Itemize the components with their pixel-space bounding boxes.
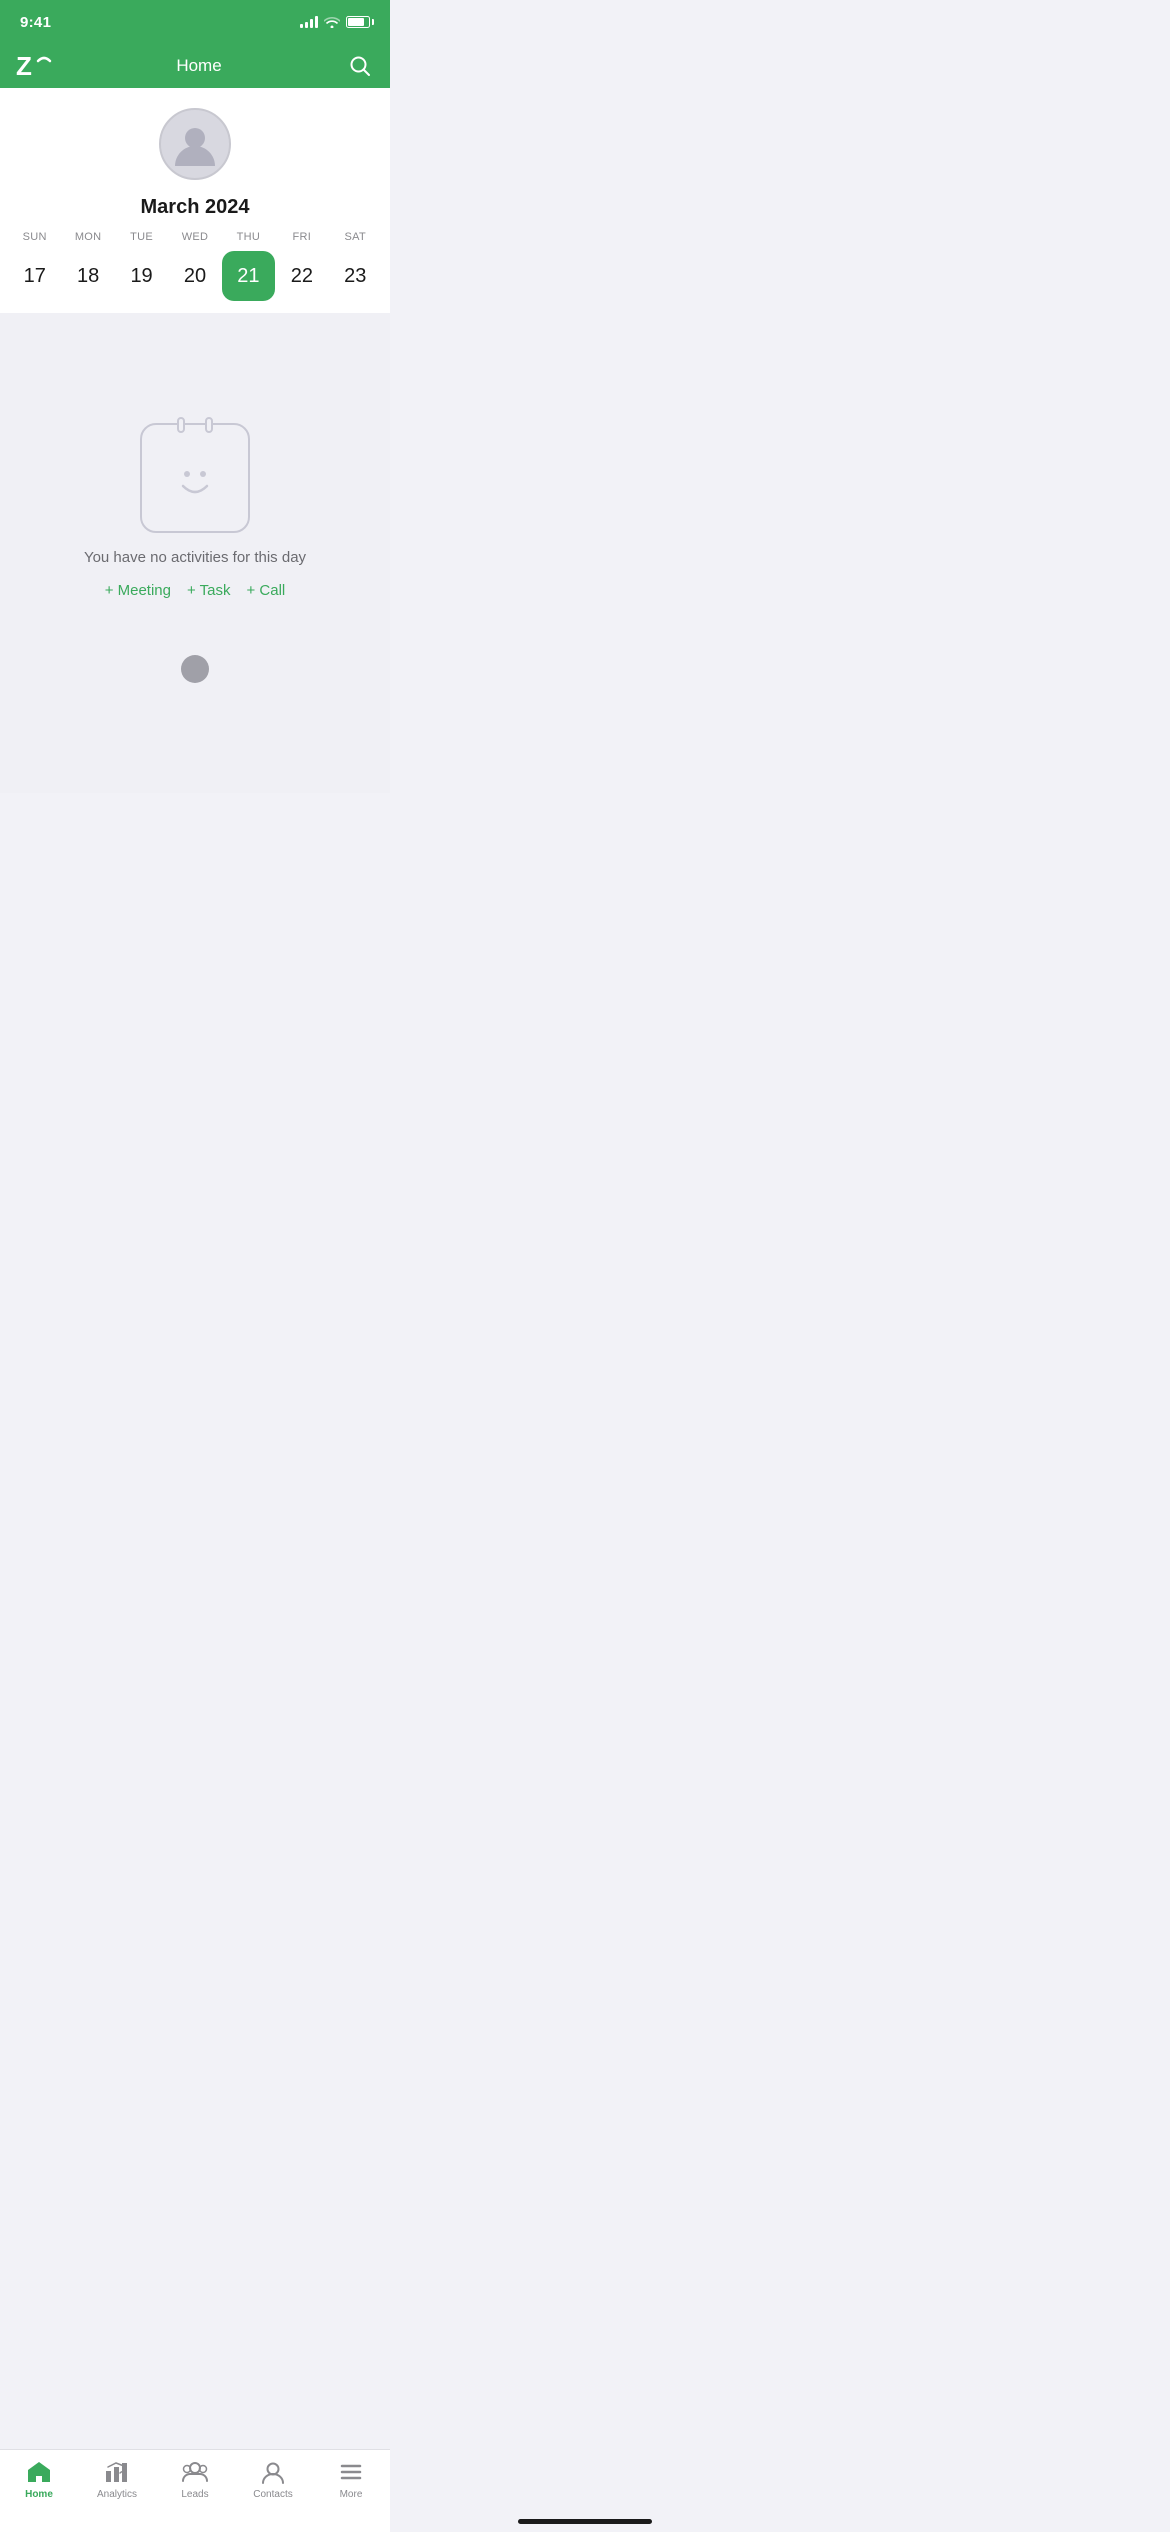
page-title: Home bbox=[176, 56, 221, 76]
add-meeting-button[interactable]: + Meeting bbox=[105, 582, 171, 599]
empty-state: You have no activities for this day + Me… bbox=[0, 313, 390, 793]
weekday-wed: WED bbox=[168, 231, 221, 243]
add-task-button[interactable]: + Task bbox=[187, 582, 231, 599]
leads-icon bbox=[181, 2458, 209, 2486]
weekday-tue: TUE bbox=[115, 231, 168, 243]
calendar-day-20[interactable]: 20 bbox=[168, 251, 221, 301]
main-content: March 2024 SUN MON TUE WED THU FRI SAT 1… bbox=[0, 88, 390, 793]
tab-analytics[interactable]: Analytics bbox=[78, 2458, 156, 2500]
calendar-month: March 2024 bbox=[0, 192, 390, 231]
weekday-sat: SAT bbox=[329, 231, 382, 243]
tab-leads[interactable]: Leads bbox=[156, 2458, 234, 2500]
wifi-icon bbox=[324, 16, 340, 28]
tab-analytics-label: Analytics bbox=[97, 2489, 137, 2500]
empty-message: You have no activities for this day bbox=[84, 549, 306, 566]
search-button[interactable] bbox=[346, 52, 374, 80]
tab-home-label: Home bbox=[25, 2489, 53, 2500]
tab-contacts-label: Contacts bbox=[253, 2489, 292, 2500]
pagination bbox=[181, 655, 209, 683]
action-buttons: + Meeting + Task + Call bbox=[105, 582, 286, 599]
svg-text:Z: Z bbox=[16, 53, 32, 79]
calendar-day-22[interactable]: 22 bbox=[275, 251, 328, 301]
signal-icon bbox=[300, 16, 318, 28]
contacts-icon bbox=[259, 2458, 287, 2486]
avatar[interactable] bbox=[159, 108, 231, 180]
calendar-section: March 2024 SUN MON TUE WED THU FRI SAT 1… bbox=[0, 192, 390, 313]
calendar-day-23[interactable]: 23 bbox=[329, 251, 382, 301]
add-call-button[interactable]: + Call bbox=[247, 582, 286, 599]
weekday-sun: SUN bbox=[8, 231, 61, 243]
analytics-icon bbox=[103, 2458, 131, 2486]
calendar-day-19[interactable]: 19 bbox=[115, 251, 168, 301]
empty-state-icon bbox=[140, 423, 250, 533]
calendar-weekdays: SUN MON TUE WED THU FRI SAT bbox=[0, 231, 390, 243]
status-time: 9:41 bbox=[20, 14, 51, 31]
home-indicator bbox=[518, 2519, 652, 2524]
tab-more[interactable]: More bbox=[312, 2458, 390, 2500]
status-bar: 9:41 bbox=[0, 0, 390, 44]
calendar-dates: 17 18 19 20 21 22 23 bbox=[0, 251, 390, 301]
home-icon bbox=[25, 2458, 53, 2486]
tab-leads-label: Leads bbox=[181, 2489, 208, 2500]
pagination-dot bbox=[181, 655, 209, 683]
avatar-section bbox=[0, 88, 390, 192]
battery-icon bbox=[346, 16, 370, 28]
tab-home[interactable]: Home bbox=[0, 2458, 78, 2500]
smiley-icon bbox=[165, 456, 225, 511]
weekday-thu: THU bbox=[222, 231, 275, 243]
nav-bar: Z Home bbox=[0, 44, 390, 88]
more-icon bbox=[337, 2458, 365, 2486]
status-icons bbox=[300, 16, 370, 28]
calendar-day-21[interactable]: 21 bbox=[222, 251, 275, 301]
weekday-mon: MON bbox=[61, 231, 114, 243]
tab-contacts[interactable]: Contacts bbox=[234, 2458, 312, 2500]
calendar-day-17[interactable]: 17 bbox=[8, 251, 61, 301]
tab-bar: Home Analytics Leads bbox=[0, 2449, 390, 2532]
calendar-day-18[interactable]: 18 bbox=[61, 251, 114, 301]
tab-more-label: More bbox=[340, 2489, 363, 2500]
weekday-fri: FRI bbox=[275, 231, 328, 243]
app-logo[interactable]: Z bbox=[16, 52, 52, 80]
